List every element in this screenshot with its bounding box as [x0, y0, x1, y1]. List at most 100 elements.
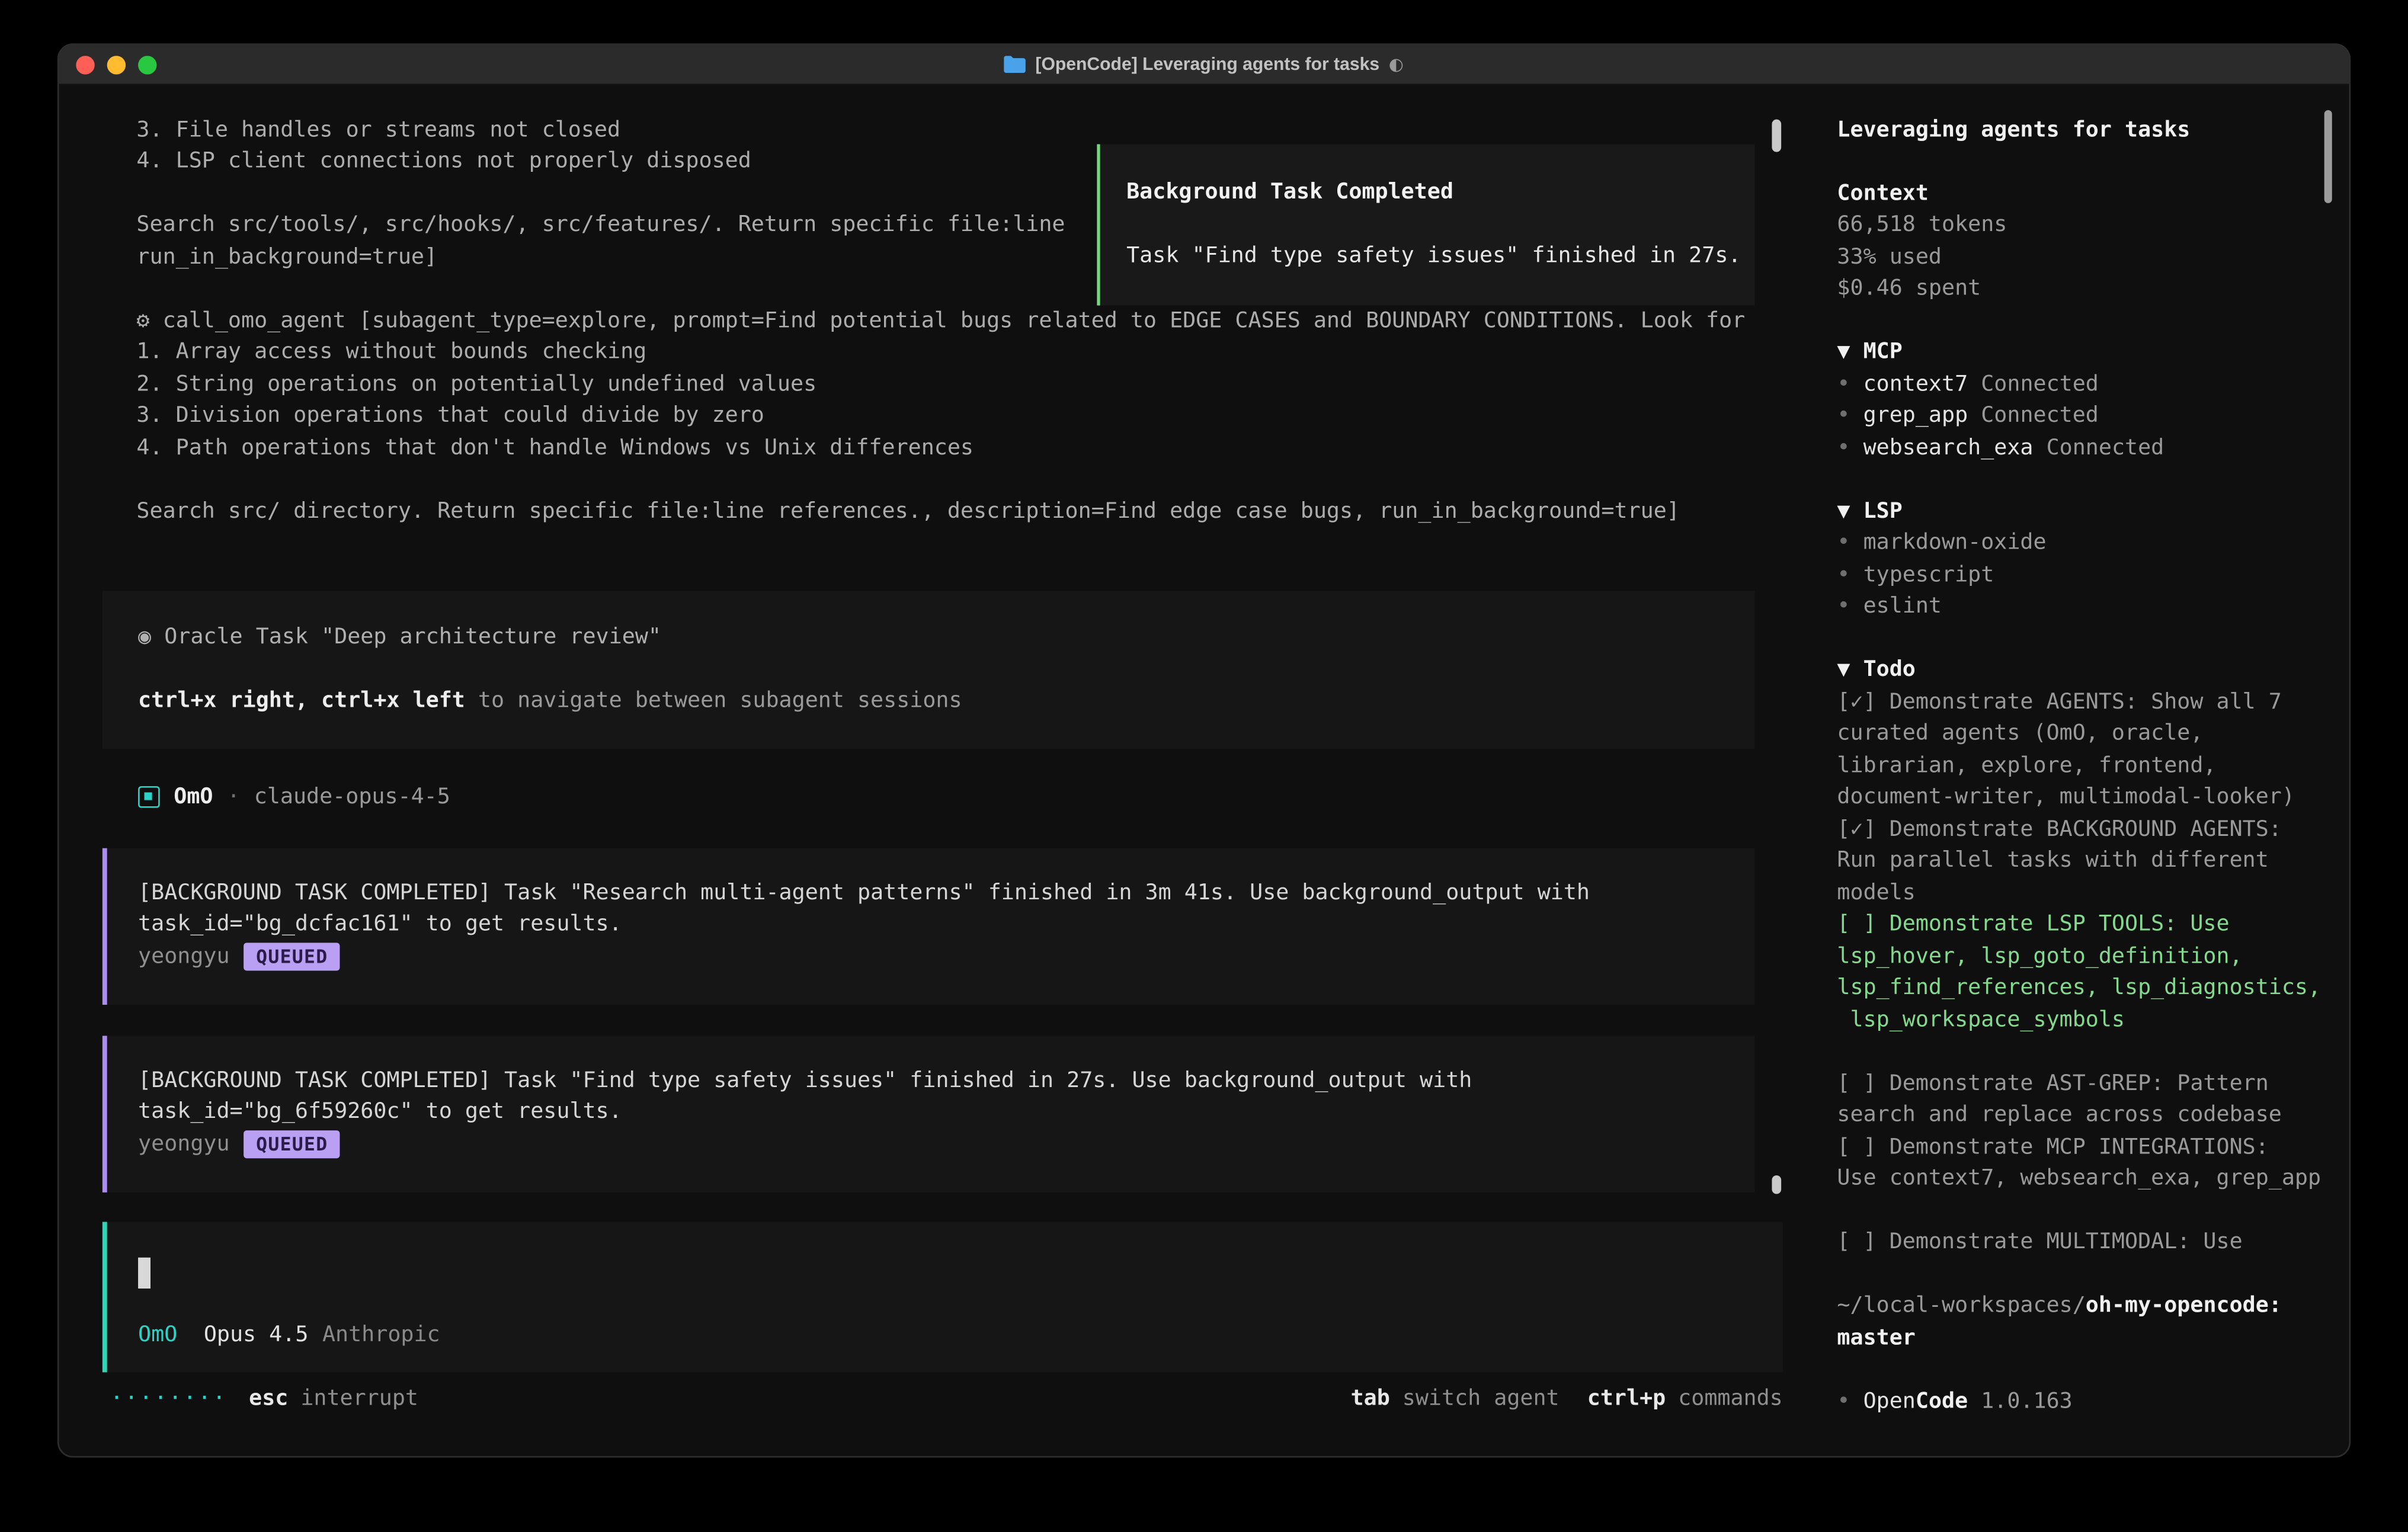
sidebar-lines: Leveraging agents for tasks Context 66,51…	[1837, 114, 2351, 1418]
sidebar-line	[1837, 1259, 2351, 1291]
sidebar-text-segment: [ ] Demonstrate LSP TOOLS: Use	[1837, 912, 2229, 937]
message-line: [BACKGROUND TASK COMPLETED] Task "Find t…	[138, 1065, 1755, 1097]
message-line: task_id="bg_6f59260c" to get results.	[138, 1097, 1755, 1129]
toast-title: Background Task Completed	[1126, 177, 1755, 209]
sidebar-text-segment: Leveraging agents for tasks	[1837, 117, 2190, 142]
log-line: Search src/ directory. Return specific f…	[136, 496, 1781, 528]
sidebar-text-segment: [✓] Demonstrate BACKGROUND AGENTS:	[1837, 817, 2281, 842]
screen: [OpenCode] Leveraging agents for tasks ◐…	[0, 0, 2408, 1532]
sidebar-text-segment: •	[1837, 531, 1863, 556]
sidebar-line: [ ] Demonstrate MCP INTEGRATIONS:	[1837, 1132, 2351, 1164]
sidebar-text-segment: [ ] Demonstrate MULTIMODAL: Use	[1837, 1230, 2242, 1255]
agent-separator: ·	[227, 781, 240, 813]
main-scrollbar-thumb[interactable]	[1772, 120, 1781, 152]
sidebar-scrollbar[interactable]	[2324, 110, 2332, 203]
log-line: 3. File handles or streams not closed	[136, 114, 1781, 146]
tab-key-hint: tab	[1351, 1383, 1390, 1415]
sidebar-text-segment: •	[1837, 1389, 1863, 1414]
sidebar-text-segment: curated agents (OmO, oracle,	[1837, 722, 2203, 746]
title-status-icon: ◐	[1389, 55, 1404, 75]
sidebar-line: Leveraging agents for tasks	[1837, 114, 2351, 146]
sidebar-text-segment: [✓] Demonstrate AGENTS: Show all 7	[1837, 690, 2281, 714]
sidebar-line: lsp_find_references, lsp_diagnostics,	[1837, 973, 2351, 1005]
sidebar-line: models	[1837, 877, 2351, 909]
minimize-window-button[interactable]	[107, 55, 126, 73]
sidebar-text-segment: oh-my-opencode:	[2086, 1294, 2282, 1319]
sidebar-line: $0.46 spent	[1837, 273, 2351, 305]
sidebar-text-segment: ▼	[1837, 658, 1863, 682]
sidebar-line	[1837, 623, 2351, 655]
sidebar-text-segment: •	[1837, 594, 1863, 619]
sidebar-line	[1837, 146, 2351, 178]
sidebar-text-segment: ▼	[1837, 499, 1863, 524]
sidebar-text-segment: grep_app	[1863, 403, 1968, 428]
prompt-input[interactable]: OmO Opus 4.5 Anthropic	[103, 1222, 1783, 1373]
message-meta: yeongyu QUEUED	[138, 1129, 1755, 1161]
folder-icon	[1004, 56, 1026, 73]
sidebar-text-segment: websearch_exa	[1863, 435, 2034, 460]
queued-badge: QUEUED	[244, 1130, 340, 1158]
chat-scrollbar-thumb[interactable]	[1772, 1175, 1781, 1194]
sidebar-line: curated agents (OmO, oracle,	[1837, 719, 2351, 751]
shortcut-description: to navigate between subagent sessions	[465, 688, 962, 713]
ctrlp-key-hint: ctrl+p	[1587, 1383, 1666, 1415]
sidebar-line: Run parallel tasks with different	[1837, 845, 2351, 877]
sidebar-text-segment: lsp_find_references, lsp_diagnostics,	[1837, 976, 2321, 1001]
sidebar-line: • typescript	[1837, 559, 2351, 591]
close-window-button[interactable]	[76, 55, 94, 73]
shortcut-keys: ctrl+x right, ctrl+x left	[138, 688, 465, 713]
background-task-message: [BACKGROUND TASK COMPLETED] Task "Resear…	[103, 848, 1755, 1005]
queued-badge: QUEUED	[244, 943, 340, 970]
sidebar-text-segment: [ ] Demonstrate AST-GREP: Pattern	[1837, 1071, 2268, 1096]
zoom-window-button[interactable]	[138, 55, 156, 73]
sidebar-line: lsp_workspace_symbols	[1837, 1004, 2351, 1036]
window-title-text: [OpenCode] Leveraging agents for tasks	[1035, 55, 1379, 73]
input-provider-name: Anthropic	[322, 1319, 440, 1351]
sidebar-line: [ ] Demonstrate MULTIMODAL: Use	[1837, 1227, 2351, 1259]
status-bar: ········ esc interrupt tab switch agent …	[110, 1383, 1783, 1415]
sidebar-line	[1837, 1036, 2351, 1068]
sidebar-text-segment: Code	[1916, 1389, 1968, 1414]
sidebar-text-segment: master	[1837, 1325, 1915, 1350]
sidebar-line: document-writer, multimodal-looker)	[1837, 782, 2351, 814]
esc-key-hint: esc	[249, 1383, 288, 1415]
sidebar-line: search and replace across codebase	[1837, 1100, 2351, 1132]
sidebar-text-segment: Connected	[1968, 372, 2099, 397]
oracle-task-hint: ctrl+x right, ctrl+x left to navigate be…	[138, 685, 1755, 717]
sidebar-line	[1837, 1195, 2351, 1227]
oracle-task-title: ◉ Oracle Task "Deep architecture review"	[138, 621, 1755, 653]
sidebar-text-segment: Connected	[2034, 435, 2164, 460]
sidebar-text-segment: •	[1837, 372, 1863, 397]
sidebar-line: [✓] Demonstrate AGENTS: Show all 7	[1837, 687, 2351, 719]
log-line: ⚙ call_omo_agent [subagent_type=explore,…	[136, 305, 1781, 337]
sidebar-line: ▼ MCP	[1837, 337, 2351, 369]
sidebar-line: 66,518 tokens	[1837, 210, 2351, 242]
terminal-window: [OpenCode] Leveraging agents for tasks ◐…	[57, 43, 2351, 1457]
sidebar-line: ▼ Todo	[1837, 655, 2351, 687]
sidebar-line: [✓] Demonstrate BACKGROUND AGENTS:	[1837, 813, 2351, 845]
sidebar-text-segment: Open	[1863, 1389, 1916, 1414]
agent-name: OmO	[174, 781, 213, 813]
sidebar-text-segment: ▼	[1837, 340, 1863, 365]
sidebar-text-segment: Use context7, websearch_exa, grep_app	[1837, 1166, 2321, 1191]
window-title: [OpenCode] Leveraging agents for tasks ◐	[1004, 55, 1404, 75]
log-line	[136, 464, 1781, 496]
sidebar-line: ~/local-workspaces/oh-my-opencode:	[1837, 1290, 2351, 1322]
toast-spacer	[1126, 209, 1755, 241]
message-author: yeongyu	[138, 941, 230, 973]
sidebar-line: • websearch_exa Connected	[1837, 432, 2351, 464]
message-meta: yeongyu QUEUED	[138, 941, 1755, 973]
sidebar-text-segment: librarian, explore, frontend,	[1837, 753, 2216, 778]
sidebar-line: • context7 Connected	[1837, 368, 2351, 400]
sidebar-text-segment: •	[1837, 435, 1863, 460]
sidebar-text-segment: lsp_workspace_symbols	[1837, 1008, 2125, 1033]
sidebar-text-segment: Context	[1837, 181, 1929, 206]
sidebar-text-segment: 33% used	[1837, 245, 1942, 270]
sidebar-line: librarian, explore, frontend,	[1837, 750, 2351, 782]
sidebar-text-segment: LSP	[1863, 499, 1903, 524]
sidebar-text-segment: ~/local-workspaces/	[1837, 1294, 2085, 1319]
sidebar-text-segment: Todo	[1863, 658, 1916, 682]
toast-body: Task "Find type safety issues" finished …	[1126, 241, 1755, 273]
input-agent-name: OmO	[138, 1319, 177, 1351]
agent-header: OmO · claude-opus-4-5	[138, 781, 450, 813]
